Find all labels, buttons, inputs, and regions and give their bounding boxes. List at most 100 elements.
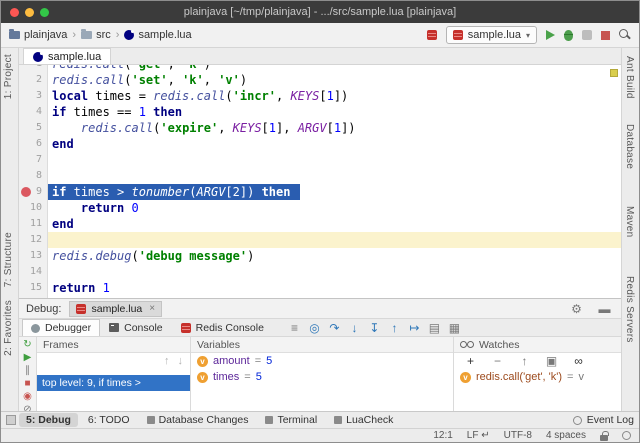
tool-window-tab-terminal[interactable]: Terminal: [258, 413, 324, 427]
coverage-button[interactable]: [582, 30, 592, 40]
debug-tab-debugger[interactable]: Debugger: [22, 319, 101, 336]
tool-window-tab-database-changes[interactable]: Database Changes: [140, 413, 256, 427]
editor-lines: 1redis.call('get', 'k')2redis.call('set'…: [19, 65, 621, 298]
code-token: redis.call: [52, 73, 125, 87]
code-line[interactable]: [48, 296, 621, 298]
code-line[interactable]: end: [48, 216, 621, 232]
move-watch-up-icon[interactable]: ↑: [515, 354, 534, 368]
search-icon[interactable]: [619, 29, 631, 41]
run-configuration-label: sample.lua: [467, 29, 521, 41]
code-line[interactable]: return 0: [48, 200, 621, 216]
stack-frame-row[interactable]: top level: 9, if times >: [37, 375, 190, 391]
debug-session-label: sample.lua: [91, 302, 143, 315]
breadcrumb-item-plainjava[interactable]: plainjava: [9, 29, 67, 41]
code-line[interactable]: [48, 264, 621, 280]
code-line[interactable]: redis.call('set', 'k', 'v'): [48, 72, 621, 88]
caret-position[interactable]: 12:1: [433, 430, 452, 441]
code-line[interactable]: end: [48, 136, 621, 152]
tool-window-button-2-favorites[interactable]: 2: Favorites: [3, 300, 14, 356]
editor-line: 9 if times > tonumber(ARGV[2]) then: [19, 184, 621, 200]
execution-line-highlight: if times > tonumber(ARGV[2]) then: [48, 184, 301, 200]
resume-icon[interactable]: ▶: [20, 352, 36, 364]
redis-icon[interactable]: [426, 30, 437, 40]
encoding-widget[interactable]: UTF-8: [504, 430, 532, 441]
code-line[interactable]: redis.call('expire', KEYS[1], ARGV[1]): [48, 120, 621, 136]
code-line[interactable]: local times = redis.call('incr', KEYS[1]…: [48, 88, 621, 104]
add-watch-icon[interactable]: +: [461, 354, 480, 368]
editor-gutter: 9: [19, 184, 48, 200]
debug-tab-redis-console[interactable]: Redis Console: [172, 319, 273, 336]
tool-window-button-ant-build[interactable]: Ant Build: [624, 56, 635, 99]
variable-row[interactable]: v times = 5: [191, 369, 453, 385]
breadcrumb-item-src[interactable]: src: [81, 29, 111, 41]
pause-icon[interactable]: ∥: [20, 365, 36, 377]
inspections-hector-icon[interactable]: [622, 431, 631, 440]
code-line[interactable]: redis.debug('debug message'): [48, 248, 621, 264]
code-editor[interactable]: 1redis.call('get', 'k')2redis.call('set'…: [19, 65, 621, 298]
step-out-icon[interactable]: ↑: [385, 321, 404, 335]
show-watches-icon[interactable]: ∞: [569, 354, 588, 368]
code-line[interactable]: redis.call('get', 'k'): [48, 65, 621, 72]
breakpoint-icon[interactable]: [21, 187, 31, 197]
close-icon[interactable]: ×: [149, 303, 155, 314]
code-line[interactable]: if times == 1 then: [48, 104, 621, 120]
tool-window-button-database[interactable]: Database: [624, 124, 635, 169]
code-line[interactable]: [48, 152, 621, 168]
tool-window-tab-6-todo[interactable]: 6: TODO: [81, 413, 137, 427]
editor-gutter: 6: [19, 136, 48, 152]
code-line[interactable]: if times > tonumber(ARGV[2]) then: [48, 184, 621, 200]
code-line[interactable]: [48, 232, 621, 248]
line-number: 8: [35, 170, 42, 181]
frame-up-icon[interactable]: ↑: [164, 355, 170, 367]
editor-tab-sample-lua[interactable]: sample.lua: [23, 48, 112, 64]
view-breakpoints-icon[interactable]: ◉: [20, 391, 36, 403]
run-configuration-select[interactable]: sample.lua ▾: [445, 26, 537, 44]
zoom-window-icon[interactable]: [40, 7, 49, 17]
step-into-icon[interactable]: ↓: [345, 321, 364, 335]
watch-row[interactable]: v redis.call('get', 'k') = v: [454, 369, 621, 385]
view-options-icon[interactable]: ≡: [285, 321, 304, 335]
remove-watch-icon[interactable]: −: [488, 354, 507, 368]
debug-tab-console[interactable]: Console: [100, 319, 172, 336]
frames-panel: Frames ↑ ↓ top level: 9, if times >: [37, 337, 191, 414]
variables-panel: Variables v amount = 5 v times = 5: [191, 337, 454, 414]
settings-gear-icon[interactable]: ⚙: [567, 302, 586, 316]
hide-window-icon[interactable]: ▬: [595, 302, 614, 316]
tool-window-tab-5-debug[interactable]: 5: Debug: [19, 413, 78, 427]
close-window-icon[interactable]: [10, 7, 19, 17]
duplicate-watch-icon[interactable]: ▣: [542, 354, 561, 368]
minimize-window-icon[interactable]: [25, 7, 34, 17]
frame-down-icon[interactable]: ↓: [178, 355, 184, 367]
tool-window-button-1-project[interactable]: 1: Project: [3, 54, 14, 99]
event-log-button[interactable]: Event Log: [572, 414, 634, 426]
show-execution-point-icon[interactable]: ◎: [305, 321, 324, 335]
debug-button[interactable]: [564, 29, 573, 41]
force-step-into-icon[interactable]: ↧: [365, 321, 384, 335]
tool-window-bar: 5: Debug 6: TODO Database Changes Terminal L…: [1, 411, 639, 428]
code-line[interactable]: return 1: [48, 280, 621, 296]
tool-window-button-redis-servers[interactable]: Redis Servers: [624, 276, 635, 343]
layout-settings-icon[interactable]: ▦: [445, 321, 464, 335]
variable-row[interactable]: v amount = 5: [191, 353, 453, 369]
debug-session-tab[interactable]: sample.lua ×: [69, 300, 163, 317]
run-to-cursor-icon[interactable]: ↦: [405, 321, 424, 335]
chevron-down-icon: ▾: [525, 30, 530, 40]
tool-window-button-7-structure[interactable]: 7: Structure: [3, 232, 14, 287]
stop-button[interactable]: [601, 30, 610, 40]
breadcrumb-label: sample.lua: [138, 29, 192, 41]
evaluate-expression-icon[interactable]: ▤: [425, 321, 444, 335]
breadcrumb-item-sample-lua[interactable]: sample.lua: [124, 29, 192, 41]
tool-window-switcher-icon[interactable]: [6, 415, 16, 425]
tool-window-button-maven[interactable]: Maven: [624, 206, 635, 238]
tool-window-tab-luacheck[interactable]: LuaCheck: [327, 413, 400, 427]
lock-icon[interactable]: [600, 430, 609, 441]
line-ending-widget[interactable]: LF ↵: [467, 430, 490, 441]
run-button[interactable]: [546, 30, 555, 40]
variable-value: 5: [255, 371, 262, 383]
stop-icon[interactable]: ■: [20, 378, 36, 390]
inspection-marker-icon[interactable]: [610, 69, 618, 77]
indent-widget[interactable]: 4 spaces: [546, 430, 586, 441]
code-line[interactable]: [48, 168, 621, 184]
rerun-icon[interactable]: ↻: [20, 339, 36, 351]
step-over-icon[interactable]: ↷: [325, 321, 344, 335]
